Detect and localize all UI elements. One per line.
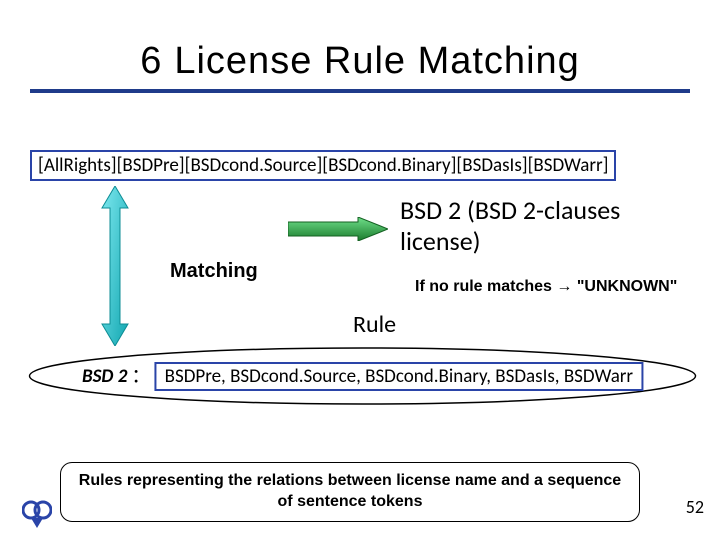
rule-tokens: BSDPre, BSDcond.Source, BSDcond.Binary, … bbox=[155, 362, 643, 391]
title-number: 6 bbox=[140, 40, 162, 82]
token-sequence-box: [AllRights][BSDPre][BSDcond.Source][BSDc… bbox=[30, 150, 616, 181]
page-title: License Rule Matching bbox=[174, 40, 579, 82]
caption-text: Rules representing the relations between… bbox=[73, 471, 627, 513]
no-match-note: If no rule matches → "UNKNOWN" bbox=[415, 277, 677, 298]
rule-separator: ： bbox=[131, 365, 150, 388]
match-result: BSD 2 (BSD 2-clauses license) bbox=[400, 195, 680, 257]
rule-label: Rule bbox=[353, 310, 396, 339]
caption-bubble: Rules representing the relations between… bbox=[60, 462, 640, 522]
rule-definition-ellipse: BSD 2： BSDPre, BSDcond.Source, BSDcond.B… bbox=[25, 345, 700, 407]
rule-name: BSD 2 bbox=[82, 365, 127, 388]
rule-definition: BSD 2： BSDPre, BSDcond.Source, BSDcond.B… bbox=[82, 361, 643, 391]
marker-icon bbox=[22, 498, 52, 528]
page-number: 52 bbox=[686, 496, 704, 518]
double-arrow-vertical-icon bbox=[100, 186, 130, 346]
arrow-right-icon bbox=[288, 217, 388, 241]
matching-label: Matching bbox=[170, 260, 258, 283]
title-row: 6 License Rule Matching bbox=[30, 40, 690, 93]
